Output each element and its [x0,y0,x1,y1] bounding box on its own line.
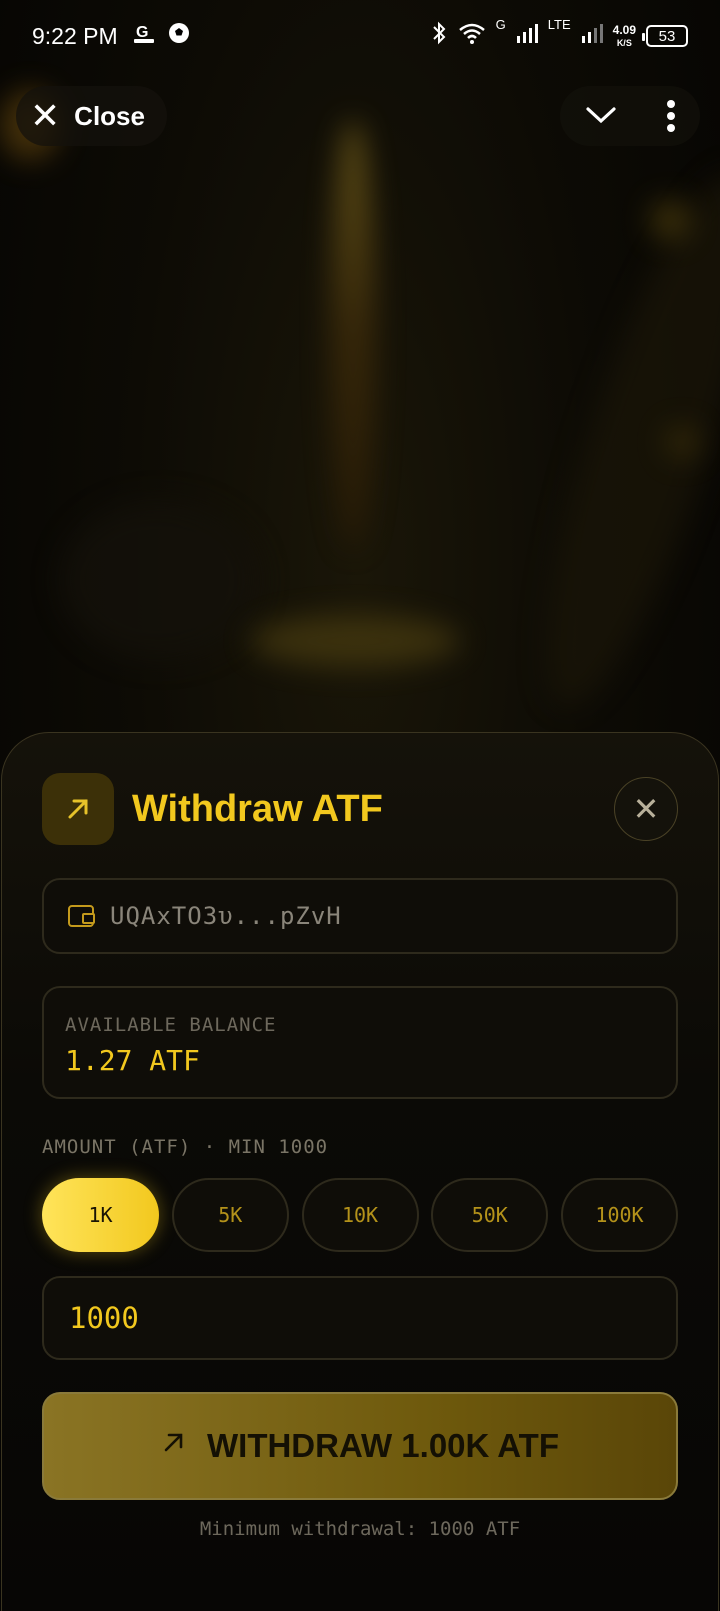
more-vertical-icon[interactable] [667,100,675,132]
sheet-header: Withdraw ATF ✕ [42,773,678,845]
close-icon: ✕ [632,791,660,827]
network-type-2: LTE [547,17,571,32]
bluetooth-icon [430,21,448,51]
network-speed: 4.09 K/S [612,22,636,48]
wifi-icon [458,22,486,50]
balance-value: 1.27 ATF [65,1044,200,1077]
page-title: Withdraw ATF [132,787,383,830]
amount-label: AMOUNT (ATF) · MIN 1000 [42,1136,329,1158]
preset-50k-button[interactable]: 50K [431,1178,549,1252]
soccer-ball-icon [168,22,190,50]
status-time: 9:22 PM [32,22,118,49]
svg-text:G: G [136,24,148,41]
close-button[interactable]: ✕ Close [16,86,167,146]
preset-100k-button[interactable]: 100K [561,1178,678,1252]
signal-icon-2 [581,22,603,50]
amount-input[interactable]: 1000 [42,1276,678,1360]
close-icon: ✕ [30,95,61,136]
arrow-up-right-icon [42,773,114,845]
withdraw-button[interactable]: WITHDRAW 1.00K ATF [42,1392,678,1500]
sheet-close-button[interactable]: ✕ [614,777,678,841]
preset-10k-button[interactable]: 10K [301,1178,419,1252]
preset-5k-button[interactable]: 5K [171,1178,289,1252]
battery-icon: 53 [642,25,688,47]
wallet-icon [68,905,95,927]
preset-1k-button[interactable]: 1K [42,1178,159,1252]
amount-presets: 1K 5K 10K 50K 100K [42,1178,678,1252]
wallet-address-field[interactable]: UQAxTO3υ...pZvH [42,878,678,954]
signal-icon [516,22,538,50]
network-type-1: G [495,17,506,32]
balance-label: AVAILABLE BALANCE [65,1014,277,1036]
balance-card: AVAILABLE BALANCE 1.27 ATF [42,986,678,1099]
minimum-withdrawal-note: Minimum withdrawal: 1000 ATF [199,1518,521,1540]
close-label: Close [74,100,145,131]
withdraw-button-label: WITHDRAW 1.00K ATF [207,1427,559,1464]
wallet-address: UQAxTO3υ...pZvH [110,902,342,930]
top-right-controls [560,86,700,146]
chevron-down-icon[interactable] [585,99,617,133]
gplay-games-icon: G [132,21,156,51]
arrow-up-right-icon [161,1429,187,1463]
status-bar: 9:22 PM G G LTE 4.09 K/S 53 [0,0,720,72]
